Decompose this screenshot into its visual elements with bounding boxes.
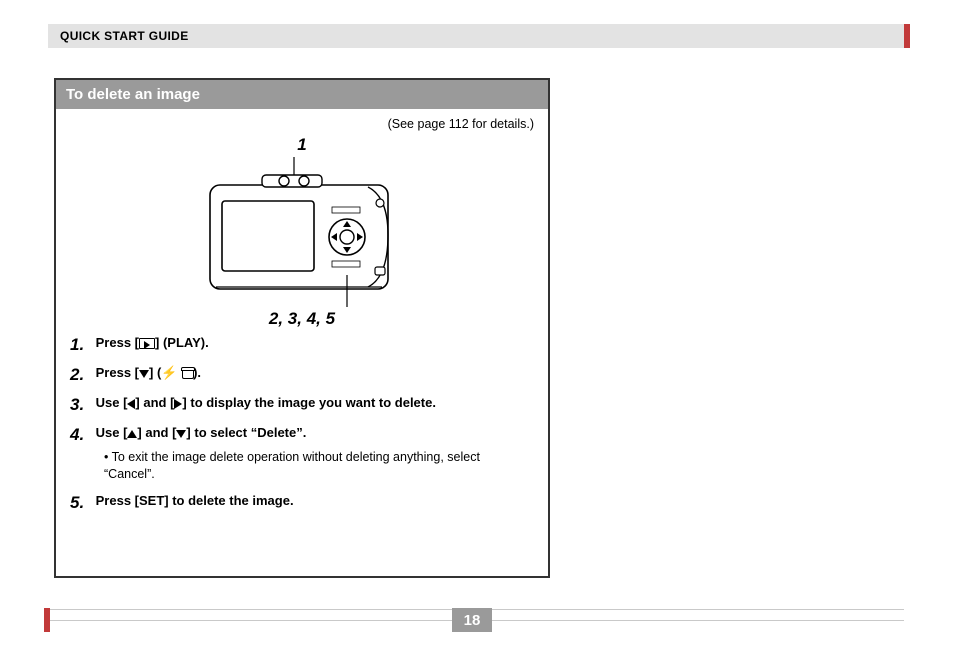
t: ] and [ [135, 395, 174, 410]
page-number: 18 [452, 608, 492, 632]
step-text: Press [ ] (PLAY). [96, 335, 209, 350]
panel-title: To delete an image [56, 80, 548, 109]
down-arrow-icon [176, 430, 186, 438]
t: ] and [ [137, 425, 176, 440]
t: Press [ [96, 365, 139, 380]
step-2: 2. Press [] (⚡ ). [70, 365, 534, 385]
t: ] to select “Delete”. [186, 425, 306, 440]
t: ] (PLAY). [155, 335, 209, 350]
header-accent [904, 24, 910, 48]
panel-body: (See page 112 for details.) 1 [56, 109, 548, 535]
callout-top: 1 [297, 135, 306, 155]
step-4-sub: • To exit the image delete operation wit… [104, 449, 534, 483]
up-arrow-icon [127, 430, 137, 438]
t: Use [ [96, 395, 128, 410]
page-root: QUICK START GUIDE To delete an image (Se… [0, 0, 954, 646]
step-5: 5. Press [SET] to delete the image. [70, 493, 534, 513]
footer-accent [44, 608, 50, 632]
header-bar: QUICK START GUIDE [48, 24, 904, 48]
steps-list: 1. Press [] (PLAY). 2. Press [] (⚡ ). 3.… [70, 335, 534, 513]
step-number: 1. [70, 335, 92, 355]
camera-diagram: 1 [70, 135, 534, 329]
camera-illustration [192, 157, 412, 307]
callout-bottom: 2, 3, 4, 5 [269, 309, 335, 329]
step-number: 2. [70, 365, 92, 385]
t: Press [ [96, 335, 139, 350]
down-arrow-icon [139, 370, 149, 378]
trash-icon [181, 367, 193, 379]
t: ] to display the image you want to delet… [182, 395, 436, 410]
step-text: Press [] (⚡ ). [96, 365, 201, 380]
flash-icon: ⚡ [161, 365, 177, 380]
t: ] ( [149, 365, 161, 380]
instruction-panel: To delete an image (See page 112 for det… [54, 78, 550, 578]
t: Use [ [96, 425, 128, 440]
play-icon [139, 338, 155, 349]
step-text: Use [ ] and [ ] to display the image you w… [96, 395, 436, 410]
header-title: QUICK START GUIDE [48, 29, 189, 43]
step-number: 3. [70, 395, 92, 415]
step-4: 4. Use [ ] and [ ] to select “Delete”. • T… [70, 425, 534, 483]
see-page-note: (See page 112 for details.) [70, 117, 534, 131]
step-number: 4. [70, 425, 92, 445]
step-3: 3. Use [ ] and [ ] to display the image yo… [70, 395, 534, 415]
step-text: Press [SET] to delete the image. [96, 493, 294, 508]
step-text: Use [ ] and [ ] to select “Delete”. [96, 425, 307, 440]
step-1: 1. Press [ ] (PLAY). [70, 335, 534, 355]
step-number: 5. [70, 493, 92, 513]
